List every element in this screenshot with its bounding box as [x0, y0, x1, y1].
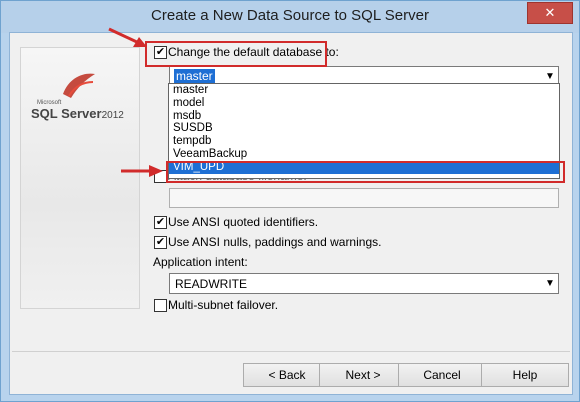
ansi-nulls-label: Use ANSI nulls, paddings and warnings. — [168, 235, 382, 249]
annotation-box-selection — [166, 161, 565, 183]
close-icon[interactable]: ✕ — [527, 2, 573, 24]
multisubnet-checkbox[interactable] — [154, 299, 167, 312]
sql-server-logo-icon — [63, 73, 95, 98]
next-button[interactable]: Next > — [319, 363, 407, 387]
footer-divider — [12, 351, 570, 352]
logo-name: SQL Server — [31, 106, 102, 121]
list-item[interactable]: tempdb — [169, 135, 559, 148]
multisubnet-label: Multi-subnet failover. — [168, 298, 279, 312]
list-item[interactable]: master — [169, 84, 559, 97]
ansi-quoted-label: Use ANSI quoted identifiers. — [168, 215, 319, 229]
dialog-window: Create a New Data Source to SQL Server ✕… — [0, 0, 580, 402]
title-bar: Create a New Data Source to SQL Server ✕ — [1, 1, 579, 33]
app-intent-value: READWRITE — [175, 277, 247, 291]
list-item[interactable]: VeeamBackup — [169, 148, 559, 161]
help-button[interactable]: Help — [481, 363, 569, 387]
window-title: Create a New Data Source to SQL Server — [151, 7, 429, 24]
list-item[interactable]: model — [169, 97, 559, 110]
database-combo-value: master — [174, 69, 215, 83]
attach-db-field[interactable] — [169, 188, 559, 208]
logo-product-name: SQL Server2012 — [31, 106, 124, 121]
annotation-arrow-icon — [108, 27, 147, 47]
ansi-quoted-checkbox[interactable]: ✔ — [154, 216, 167, 229]
annotation-arrow-icon — [121, 165, 163, 177]
app-intent-label: Application intent: — [153, 255, 248, 269]
list-item[interactable]: SUSDB — [169, 122, 559, 135]
cancel-button[interactable]: Cancel — [398, 363, 486, 387]
chevron-down-icon[interactable]: ▼ — [542, 274, 558, 293]
annotation-box-checkbox — [145, 41, 327, 67]
logo-year: 2012 — [101, 110, 124, 121]
list-item[interactable]: msdb — [169, 110, 559, 123]
app-intent-combo[interactable]: READWRITE ▼ — [169, 273, 559, 294]
ansi-nulls-checkbox[interactable]: ✔ — [154, 236, 167, 249]
back-button[interactable]: < Back — [243, 363, 331, 387]
